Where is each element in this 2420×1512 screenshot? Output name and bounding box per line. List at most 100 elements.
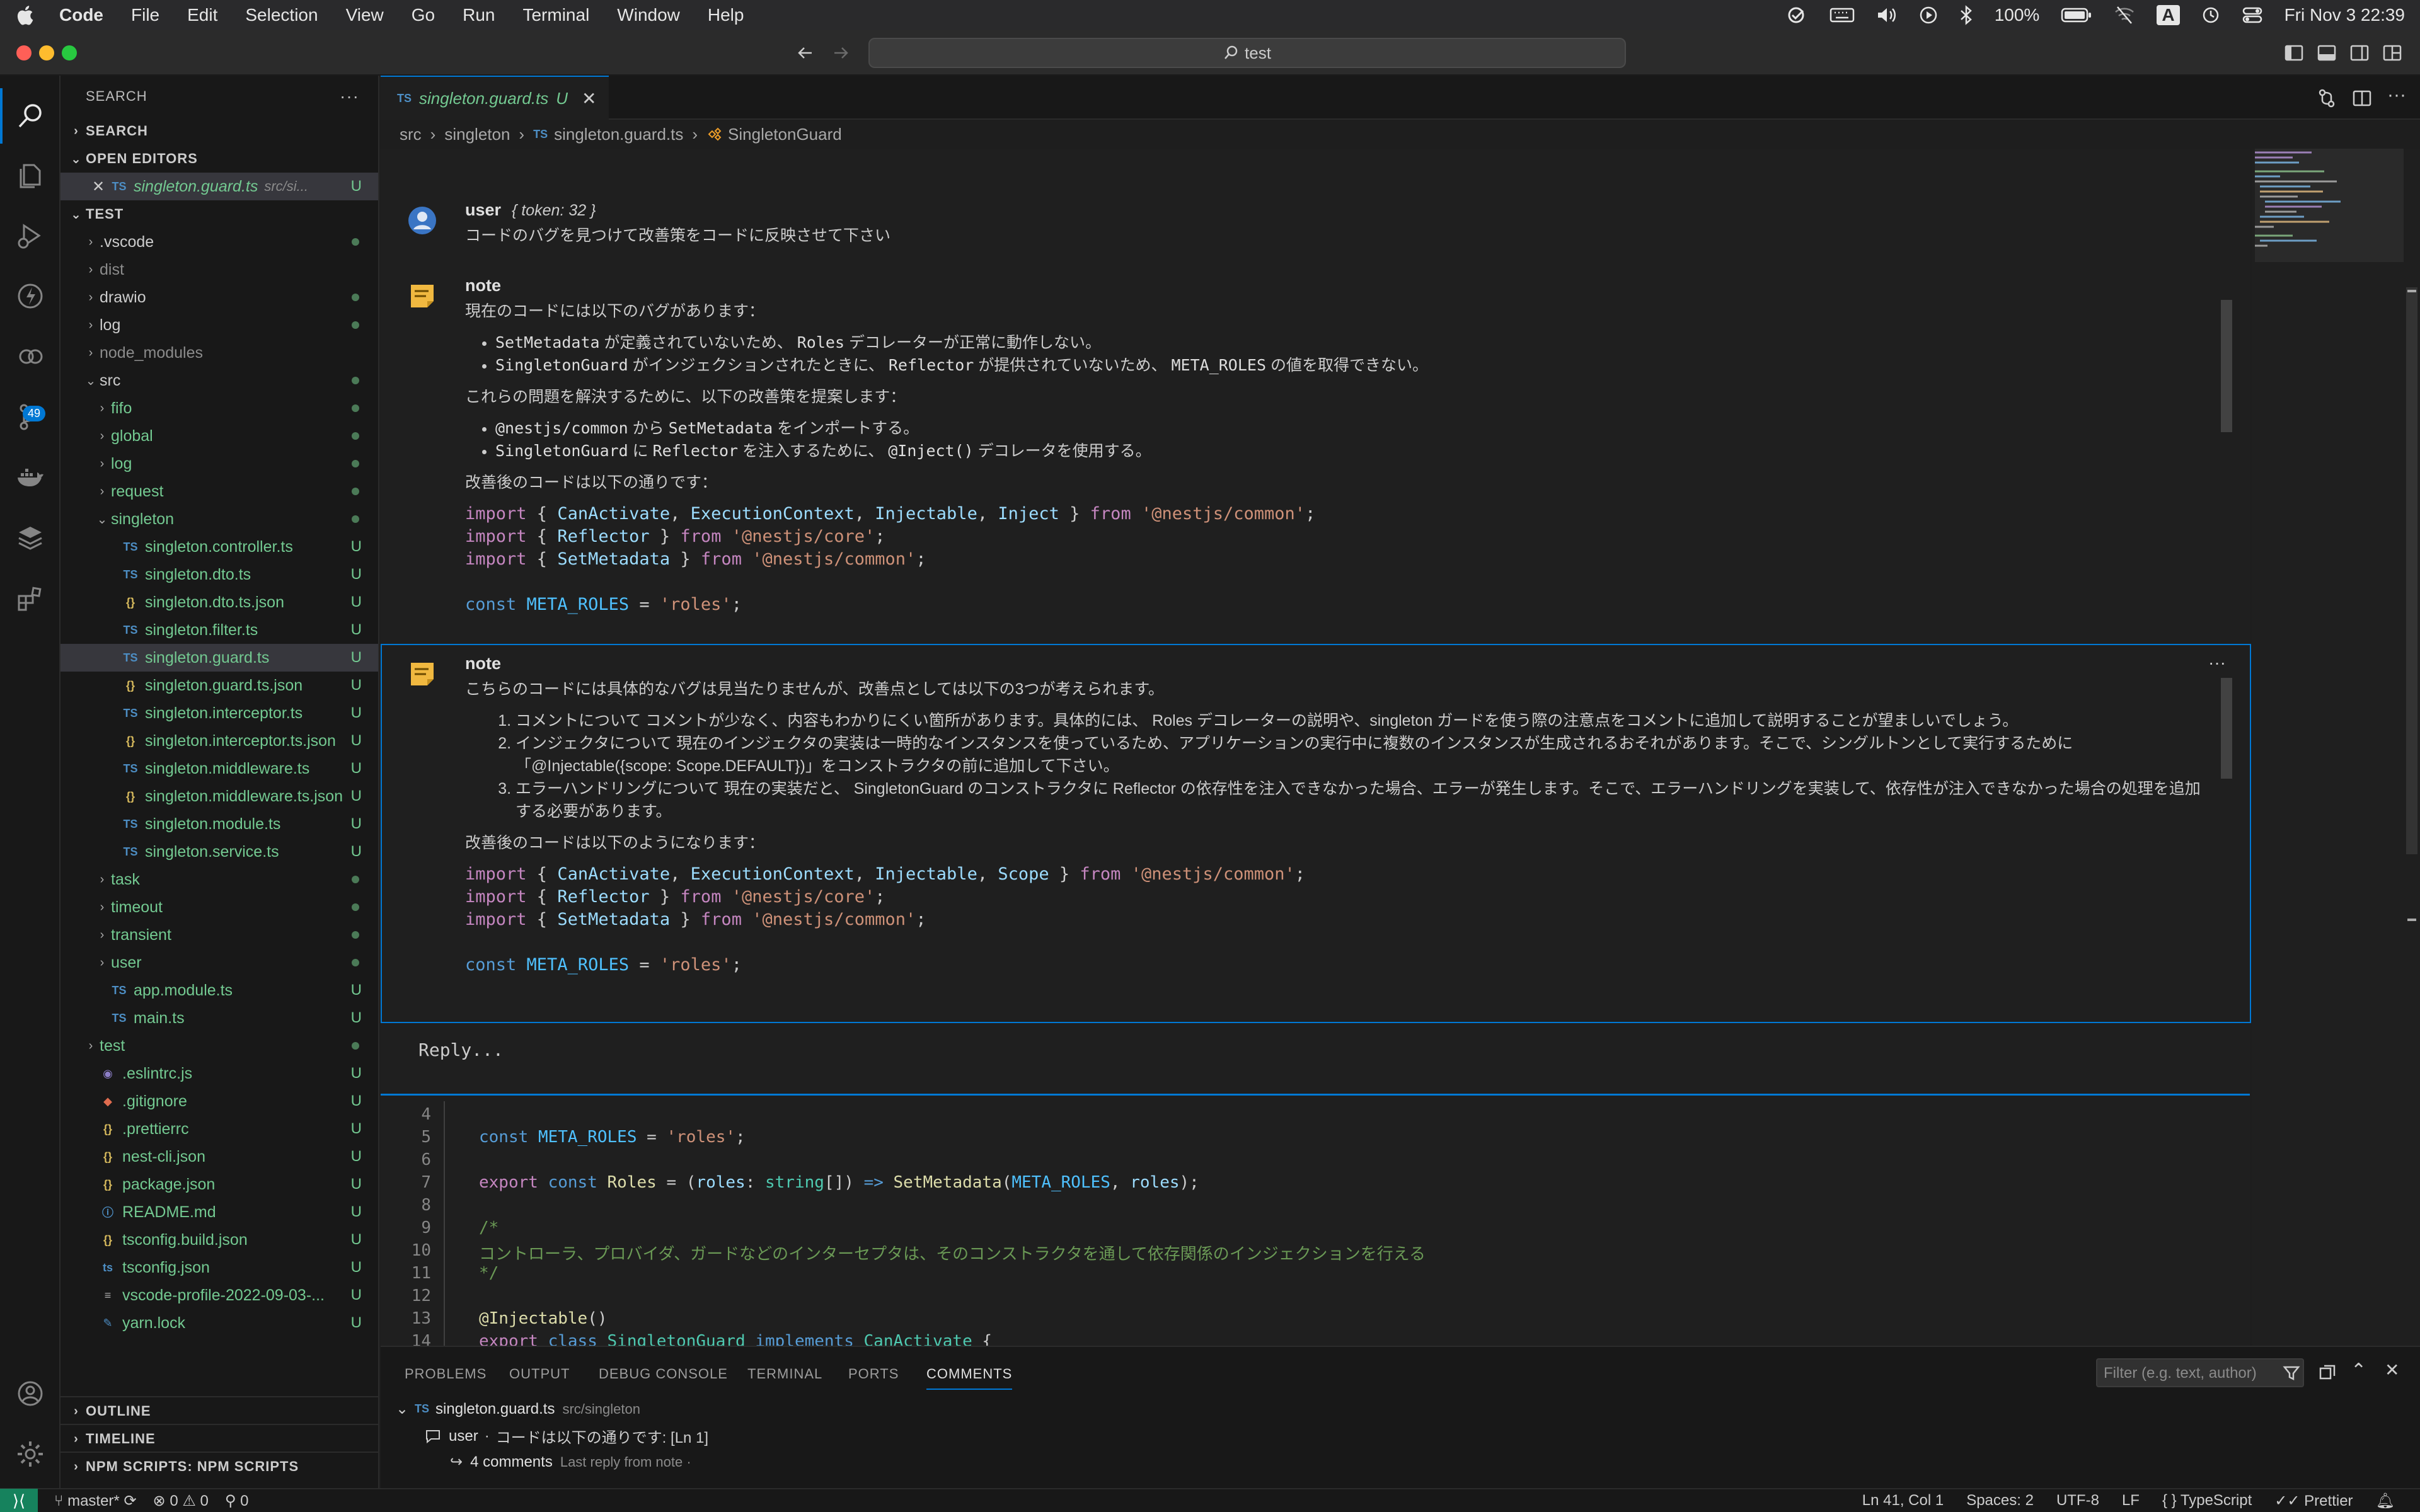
tab-ports[interactable]: PORTS (848, 1366, 899, 1382)
play-icon[interactable] (1919, 6, 1938, 25)
tab-comments[interactable]: COMMENTS (926, 1366, 1013, 1390)
editor-vertical-scrollbar[interactable] (2404, 149, 2420, 1346)
wifi-off-icon[interactable] (2114, 6, 2135, 25)
menu-app-name[interactable]: Code (59, 5, 103, 25)
file-item[interactable]: TS singleton.controller.ts U (60, 533, 378, 561)
folder-item[interactable]: › timeout (60, 893, 378, 921)
file-item[interactable]: TS singleton.dto.ts U (60, 561, 378, 588)
search-section-header[interactable]: › SEARCH (60, 117, 378, 145)
extensions-icon[interactable] (15, 583, 45, 614)
minimize-window-button[interactable] (39, 45, 54, 60)
file-item[interactable]: TS app.module.ts U (60, 976, 378, 1004)
file-item[interactable]: TS singleton.module.ts U (60, 810, 378, 838)
file-item[interactable]: ts tsconfig.json U (60, 1254, 378, 1281)
toggle-primary-sidebar-icon[interactable] (2284, 43, 2304, 63)
menu-help[interactable]: Help (708, 5, 744, 25)
menu-terminal[interactable]: Terminal (522, 5, 589, 25)
breadcrumb-symbol[interactable]: SingletonGuard (728, 125, 842, 144)
file-item[interactable]: ◆ .gitignore U (60, 1087, 378, 1115)
code-line[interactable]: export const Roles = (roles: string[]) =… (479, 1173, 1199, 1192)
zoom-window-button[interactable] (62, 45, 77, 60)
close-editor-icon[interactable]: ✕ (92, 178, 111, 196)
focus-check-icon[interactable] (1787, 6, 1808, 25)
file-item[interactable]: {} tsconfig.build.json U (60, 1226, 378, 1254)
tab-terminal[interactable]: TERMINAL (747, 1366, 822, 1382)
volume-icon[interactable] (1876, 6, 1898, 25)
tab-output[interactable]: OUTPUT (509, 1366, 570, 1382)
file-item[interactable]: {} singleton.guard.ts.json U (60, 672, 378, 699)
folder-item[interactable]: › drawio (60, 284, 378, 311)
keyboard-icon[interactable] (1829, 7, 1855, 23)
file-item[interactable]: ✎ yarn.lock U (60, 1309, 378, 1337)
folder-item[interactable]: › global (60, 422, 378, 450)
more-actions-icon[interactable]: ··· (340, 86, 359, 106)
accounts-icon[interactable] (15, 1378, 45, 1409)
lightning-extension-icon[interactable] (15, 281, 45, 311)
file-item[interactable]: {} package.json U (60, 1171, 378, 1198)
folder-item[interactable]: › node_modules (60, 339, 378, 367)
battery-icon[interactable] (2061, 7, 2092, 23)
menu-file[interactable]: File (131, 5, 159, 25)
comment-replies-row[interactable]: ↪ 4 comments Last reply from note · (450, 1453, 691, 1471)
bluetooth-icon[interactable] (1959, 5, 1973, 25)
menu-window[interactable]: Window (617, 5, 680, 25)
comment-scrollbar[interactable] (2221, 300, 2232, 432)
customize-layout-icon[interactable] (2382, 43, 2402, 63)
notifications-bell-icon[interactable]: 🔔︎ (2376, 1492, 2395, 1510)
search-view-icon[interactable] (15, 101, 45, 131)
comment-thread-row[interactable]: user · コードは以下の通りです: [Ln 1] (425, 1425, 708, 1447)
code-line[interactable]: export class SingletonGuard implements C… (479, 1332, 992, 1346)
comments-filter-input[interactable]: Filter (e.g. text, author) (2096, 1358, 2304, 1387)
ports-indicator[interactable]: ⚲ 0 (225, 1492, 249, 1510)
command-center-search[interactable]: test (868, 38, 1626, 68)
apple-logo-icon[interactable] (15, 4, 34, 26)
folder-item[interactable]: ⌄ singleton (60, 505, 378, 533)
prettier-status[interactable]: ✓✓ Prettier (2274, 1492, 2353, 1510)
collapse-all-icon[interactable] (2318, 1363, 2337, 1382)
toggle-panel-icon[interactable] (2317, 43, 2337, 63)
settings-gear-icon[interactable] (15, 1439, 45, 1469)
folder-item[interactable]: › .vscode (60, 228, 378, 256)
cursor-position[interactable]: Ln 41, Col 1 (1862, 1492, 1944, 1510)
folder-item[interactable]: › request (60, 478, 378, 505)
problems-indicator[interactable]: ⊗ 0 ⚠ 0 (153, 1492, 209, 1510)
encoding[interactable]: UTF-8 (2056, 1492, 2099, 1510)
folder-item[interactable]: › user (60, 949, 378, 976)
menu-go[interactable]: Go (412, 5, 435, 25)
timeline-section-header[interactable]: › TIMELINE (60, 1425, 378, 1453)
code-line[interactable]: @Injectable() (479, 1309, 608, 1328)
folder-item[interactable]: › log (60, 450, 378, 478)
docker-icon[interactable] (15, 462, 45, 493)
minimap[interactable] (2252, 149, 2404, 1346)
breadcrumb-src[interactable]: src (400, 125, 422, 144)
remote-network-icon[interactable] (15, 341, 45, 372)
open-changes-icon[interactable] (2317, 88, 2337, 108)
code-line[interactable]: const META_ROLES = 'roles'; (479, 1128, 746, 1147)
outline-section-header[interactable]: › OUTLINE (60, 1397, 378, 1425)
comment-file-row[interactable]: ⌄ TS singleton.guard.ts src/singleton (396, 1400, 640, 1418)
comment-scrollbar[interactable] (2221, 678, 2232, 779)
npm-scripts-section-header[interactable]: › NPM SCRIPTS: NPM SCRIPTS (60, 1453, 378, 1480)
menu-clock[interactable]: Fri Nov 3 22:39 (2285, 5, 2405, 25)
test-folder-header[interactable]: ⌄ TEST (60, 200, 378, 228)
close-tab-icon[interactable]: ✕ (582, 88, 596, 109)
control-center-icon[interactable] (2242, 6, 2263, 25)
file-item[interactable]: ≡ vscode-profile-2022-09-03-... U (60, 1281, 378, 1309)
file-item[interactable]: TS singleton.guard.ts U (60, 644, 378, 672)
menu-view[interactable]: View (346, 5, 384, 25)
tab-debug-console[interactable]: DEBUG CONSOLE (599, 1366, 728, 1382)
run-debug-icon[interactable] (15, 220, 45, 251)
time-machine-icon[interactable] (2201, 6, 2220, 25)
indentation[interactable]: Spaces: 2 (1966, 1492, 2034, 1510)
file-item[interactable]: TS singleton.service.ts U (60, 838, 378, 866)
folder-item[interactable]: › task (60, 866, 378, 893)
git-branch[interactable]: ⑂ master* ⟳ (54, 1492, 137, 1510)
file-item[interactable]: TS singleton.filter.ts U (60, 616, 378, 644)
tab-problems[interactable]: PROBLEMS (405, 1366, 487, 1382)
breadcrumb-folder[interactable]: singleton (444, 125, 510, 144)
folder-item[interactable]: › dist (60, 256, 378, 284)
breadcrumb-file[interactable]: singleton.guard.ts (554, 125, 683, 144)
file-item[interactable]: TS singleton.middleware.ts U (60, 755, 378, 782)
close-panel-icon[interactable]: ✕ (2385, 1360, 2399, 1380)
filter-icon[interactable] (2283, 1365, 2300, 1382)
